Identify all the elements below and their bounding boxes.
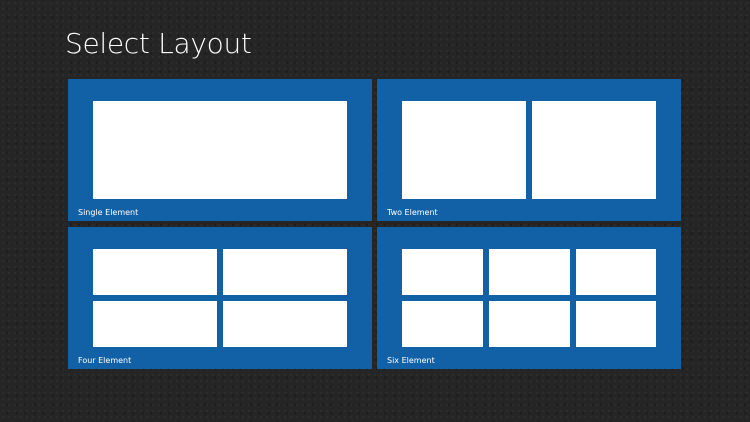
layout-preview-box bbox=[489, 249, 570, 295]
layout-preview-box bbox=[489, 301, 570, 347]
layout-preview-box bbox=[93, 249, 217, 295]
layout-tile-four-element[interactable]: Four Element bbox=[68, 227, 372, 369]
layout-preview-box bbox=[402, 249, 483, 295]
layout-tile-six-element[interactable]: Six Element bbox=[377, 227, 681, 369]
page-title: Select Layout bbox=[65, 27, 252, 60]
layout-preview-box bbox=[223, 249, 347, 295]
layout-preview-box bbox=[576, 249, 656, 295]
layout-preview-box bbox=[576, 301, 656, 347]
layout-label-four-element: Four Element bbox=[78, 356, 132, 365]
layout-preview-box bbox=[402, 101, 526, 199]
layout-label-single-element: Single Element bbox=[78, 208, 139, 217]
layout-label-six-element: Six Element bbox=[387, 356, 435, 365]
layout-label-two-element: Two Element bbox=[387, 208, 438, 217]
layout-preview-box bbox=[532, 101, 656, 199]
layout-preview-box bbox=[402, 301, 483, 347]
layout-tile-two-element[interactable]: Two Element bbox=[377, 79, 681, 221]
layout-tile-single-element[interactable]: Single Element bbox=[68, 79, 372, 221]
layout-preview-box bbox=[223, 301, 347, 347]
layout-preview-box bbox=[93, 101, 347, 199]
layout-preview-box bbox=[93, 301, 217, 347]
